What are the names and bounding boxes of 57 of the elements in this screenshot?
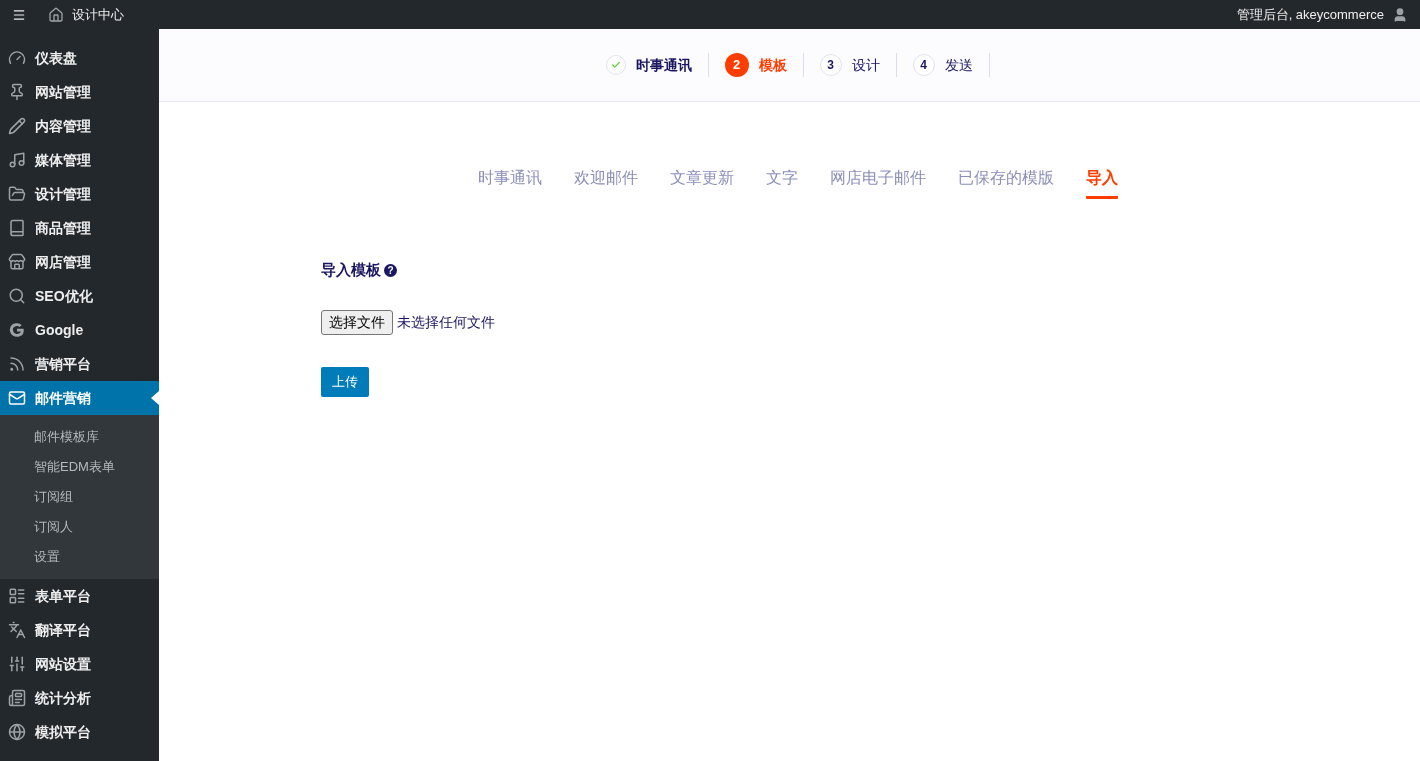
search-icon — [8, 287, 26, 305]
menu-icon[interactable] — [12, 7, 26, 22]
sidebar-item[interactable]: 商品管理 — [0, 211, 159, 245]
sidebar-item[interactable]: SEO优化 — [0, 279, 159, 313]
sidebar-item[interactable]: 表单平台 — [0, 579, 159, 613]
wizard-step[interactable]: 4 发送 — [896, 53, 990, 77]
sidebar-item[interactable]: 营销平台 — [0, 347, 159, 381]
list-icon — [8, 587, 26, 605]
sidebar-item[interactable]: 网店管理 — [0, 245, 159, 279]
sidebar-item[interactable]: 邮件营销 — [0, 381, 159, 415]
file-status: 未选择任何文件 — [397, 312, 495, 332]
step-number: 3 — [819, 54, 842, 76]
submenu-item[interactable]: 设置 — [0, 542, 159, 572]
book-icon — [8, 219, 26, 237]
wizard-step[interactable]: 3 设计 — [803, 53, 897, 77]
translate-icon — [8, 621, 26, 639]
choose-file-button[interactable]: 选择文件 — [321, 309, 393, 335]
submenu-item[interactable]: 智能EDM表单 — [0, 452, 159, 482]
sidebar-item[interactable]: 网站管理 — [0, 75, 159, 109]
home-icon[interactable] — [48, 6, 64, 23]
help-icon[interactable]: ? — [384, 263, 397, 277]
user-icon[interactable] — [1392, 6, 1408, 23]
sidebar-item[interactable]: 设计管理 — [0, 177, 159, 211]
site-title[interactable]: 设计中心 — [72, 4, 124, 25]
folder-icon — [8, 185, 26, 203]
sidebar-item[interactable]: 翻译平台 — [0, 613, 159, 647]
g-letter-icon — [8, 321, 26, 339]
media-icon — [8, 151, 26, 169]
step-number: 4 — [912, 54, 935, 76]
account-name[interactable]: 管理后台, akeycommerce — [1236, 4, 1384, 25]
wizard-step[interactable]: 2 模板 — [708, 53, 804, 77]
step-number: 2 — [724, 53, 749, 77]
newspaper-icon — [8, 689, 26, 707]
sliders-icon — [8, 655, 26, 673]
sidebar-item[interactable]: 统计分析 — [0, 681, 159, 715]
mail-icon — [8, 389, 26, 407]
sidebar-item[interactable]: Google — [0, 313, 159, 347]
upload-button[interactable]: 上传 — [321, 366, 369, 397]
sidebar-item[interactable]: 媒体管理 — [0, 143, 159, 177]
sidebar-item[interactable]: 内容管理 — [0, 109, 159, 143]
store-icon — [8, 253, 26, 271]
gauge-icon — [8, 49, 26, 67]
rss-icon — [8, 355, 26, 373]
submenu-item[interactable]: 邮件模板库 — [0, 422, 159, 452]
section-heading: 导入模板 — [321, 260, 381, 280]
submenu-item[interactable]: 订阅人 — [0, 512, 159, 542]
submenu-item[interactable]: 订阅组 — [0, 482, 159, 512]
sidebar-item[interactable]: 网站设置 — [0, 647, 159, 681]
pin-icon — [8, 83, 26, 101]
wizard-step[interactable]: 时事通讯 — [589, 53, 709, 77]
template-tab[interactable]: 导入 — [1085, 166, 1118, 199]
pencil-icon — [8, 117, 26, 135]
current-pointer-icon — [151, 391, 159, 405]
check-step-icon — [605, 55, 626, 75]
sidebar-item[interactable]: 仪表盘 — [0, 41, 159, 75]
sidebar-item[interactable]: 模拟平台 — [0, 715, 159, 749]
globe-icon — [8, 723, 26, 741]
